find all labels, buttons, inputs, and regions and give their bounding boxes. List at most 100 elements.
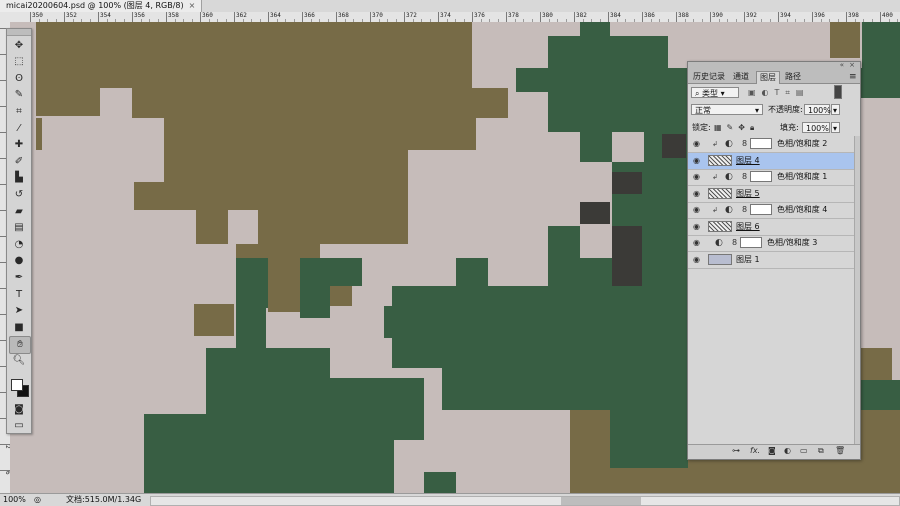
tools-panel-grip[interactable] <box>7 29 31 36</box>
hand-icon[interactable]: ✋︎ <box>9 335 31 354</box>
zoom-icon[interactable]: 🔍︎ <box>9 352 29 368</box>
fx-icon[interactable]: fx. <box>750 446 760 455</box>
layer-thumbnail[interactable] <box>708 187 732 199</box>
layer-row[interactable]: ◉ ↲ ◐ 8 色相/饱和度 2 <box>688 136 855 153</box>
scrollbar-thumb[interactable] <box>561 497 641 505</box>
opacity-input[interactable]: 100% <box>804 104 831 115</box>
link-chain-icon[interactable]: 8 <box>742 169 747 185</box>
tab-paths[interactable]: 路径 <box>782 71 804 83</box>
panel-tab-bar: 历史记录 通道 图层 路径 ≡ <box>688 70 860 84</box>
eye-icon[interactable]: ◉ <box>693 235 700 251</box>
shape-icon[interactable]: ■ <box>9 319 29 335</box>
layer-name[interactable]: 色相/饱和度 3 <box>767 235 817 251</box>
status-menu-icon[interactable]: ◎ <box>34 494 41 506</box>
layer-mask-thumbnail[interactable] <box>740 237 762 248</box>
status-bar: 100% ◎ 文档:515.0M/1.34G <box>0 493 900 506</box>
folder-icon[interactable]: ▭ <box>800 446 808 455</box>
move-icon[interactable]: ✥ <box>9 37 29 53</box>
fill-dropdown-icon[interactable]: ▾ <box>831 122 840 133</box>
eye-icon[interactable]: ◉ <box>693 169 700 185</box>
layer-mask-thumbnail[interactable] <box>750 171 772 182</box>
blur-icon[interactable]: ◔ <box>9 236 29 252</box>
lasso-icon[interactable]: ʘ <box>9 70 29 86</box>
opacity-dropdown-icon[interactable]: ▾ <box>831 104 840 115</box>
adjustment-icon[interactable]: ◐ <box>784 446 791 455</box>
pen-icon[interactable]: ✒ <box>9 269 29 285</box>
trash-icon[interactable]: 🗑︎ <box>835 446 845 455</box>
close-tab-icon[interactable]: × <box>189 1 196 10</box>
crop-icon[interactable]: ⌗ <box>9 103 29 119</box>
layer-mask-thumbnail[interactable] <box>750 138 772 149</box>
gradient-icon[interactable]: ▤ <box>9 220 29 236</box>
layer-thumbnail[interactable] <box>708 154 732 166</box>
link-chain-icon[interactable]: 8 <box>732 235 737 251</box>
filter-icons[interactable]: ▣◐T⌗▤ <box>748 87 810 98</box>
filter-toggle-icon[interactable] <box>834 85 842 99</box>
screen-mode-icon[interactable]: ▭ <box>9 417 29 433</box>
new-layer-icon[interactable]: ⧉ <box>818 446 824 456</box>
ruler-tick-label: 374 <box>438 12 451 22</box>
eye-icon[interactable]: ◉ <box>693 202 700 218</box>
layer-thumbnail[interactable] <box>708 253 732 265</box>
eye-icon[interactable]: ◉ <box>693 252 700 268</box>
eye-icon[interactable]: ◉ <box>693 186 700 202</box>
layer-row[interactable]: ◉ 图层 5 <box>688 186 855 203</box>
layers-scrollbar[interactable] <box>854 136 860 444</box>
foreground-color-swatch[interactable] <box>11 379 23 391</box>
layer-name[interactable]: 色相/饱和度 4 <box>777 202 827 218</box>
quick-mask-icon[interactable]: ◙ <box>9 401 29 417</box>
eye-icon[interactable]: ◉ <box>693 153 700 169</box>
layer-name[interactable]: 色相/饱和度 2 <box>777 136 827 152</box>
layer-row[interactable]: ◉ ↲ ◐ 8 色相/饱和度 4 <box>688 202 855 219</box>
ruler-tick-label: 400 <box>880 12 893 22</box>
document-title: micai20200604.psd @ 100% (图层 4, RGB/8) <box>6 1 184 10</box>
document-tab[interactable]: micai20200604.psd @ 100% (图层 4, RGB/8) × <box>0 0 203 12</box>
brush-icon[interactable]: ✐ <box>9 153 29 169</box>
collapse-icon[interactable]: « <box>840 61 844 69</box>
layer-row[interactable]: ◉ 图层 6 <box>688 219 855 236</box>
eye-icon[interactable]: ◉ <box>693 136 700 152</box>
tab-channels[interactable]: 通道 <box>730 71 752 83</box>
mask-icon[interactable]: ◙ <box>768 446 776 455</box>
filter-kind-select[interactable]: ⌕ 类型 ▾ <box>691 87 739 98</box>
close-panel-icon[interactable]: × <box>849 61 855 69</box>
marquee-icon[interactable]: ⬚ <box>9 54 29 70</box>
lock-icons[interactable]: ▦✎✥🔒︎ <box>714 122 759 133</box>
link-chain-icon[interactable]: 8 <box>742 202 747 218</box>
layer-row[interactable]: ◉ 图层 1 <box>688 252 855 269</box>
tab-history[interactable]: 历史记录 <box>690 71 728 83</box>
panel-menu-icon[interactable]: ≡ <box>846 71 860 83</box>
layer-name[interactable]: 图层 6 <box>736 219 760 235</box>
link-icon[interactable]: ⊶ <box>732 446 740 455</box>
link-chain-icon[interactable]: 8 <box>742 136 747 152</box>
layer-thumbnail[interactable] <box>708 220 732 232</box>
layer-name[interactable]: 图层 1 <box>736 252 760 268</box>
layer-row[interactable]: ◉ 图层 4 <box>688 152 855 170</box>
stamp-icon[interactable]: ▙ <box>9 170 29 186</box>
healing-icon[interactable]: ✚ <box>9 137 29 153</box>
path-select-icon[interactable]: ➤ <box>9 303 29 319</box>
fill-input[interactable]: 100% <box>802 122 830 133</box>
eye-icon[interactable]: ◉ <box>693 219 700 235</box>
ruler-tick-label: 366 <box>302 12 315 22</box>
layer-mask-thumbnail[interactable] <box>750 204 772 215</box>
blend-mode-select[interactable]: 正常 ▾ <box>691 104 763 115</box>
layer-name[interactable]: 图层 5 <box>736 186 760 202</box>
history-brush-icon[interactable]: ↺ <box>9 186 29 202</box>
layer-row[interactable]: ◉ ◐ 8 色相/饱和度 3 <box>688 235 855 252</box>
ruler-tick-label: 392 <box>744 12 757 22</box>
ruler-tick-label: 394 <box>778 12 791 22</box>
panel-title-bar[interactable]: « × <box>688 61 860 70</box>
ruler-tick-label: 390 <box>710 12 723 22</box>
tab-layers[interactable]: 图层 <box>756 71 780 84</box>
dodge-icon[interactable]: ● <box>9 253 29 269</box>
quick-select-icon[interactable]: ✎ <box>9 87 29 103</box>
type-icon[interactable]: T <box>9 286 29 302</box>
ruler-tick-label: 354 <box>98 12 111 22</box>
eraser-icon[interactable]: ▰ <box>9 203 29 219</box>
layer-name[interactable]: 图层 4 <box>736 153 760 169</box>
eyedropper-icon[interactable]: ⁄ <box>9 120 29 136</box>
layer-name[interactable]: 色相/饱和度 1 <box>777 169 827 185</box>
zoom-level[interactable]: 100% <box>3 494 26 506</box>
layer-row[interactable]: ◉ ↲ ◐ 8 色相/饱和度 1 <box>688 169 855 186</box>
